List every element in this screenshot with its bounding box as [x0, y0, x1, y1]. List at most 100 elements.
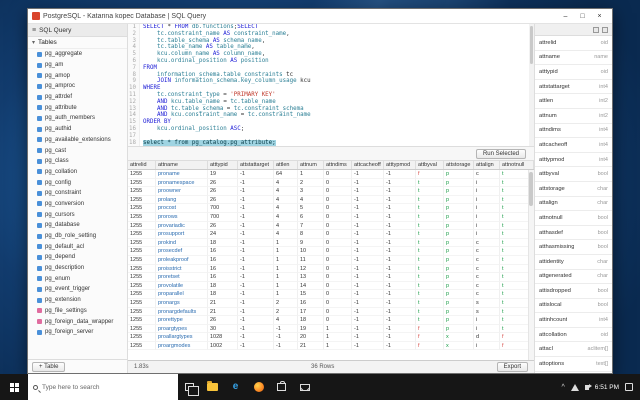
- table-row[interactable]: 1255 proowner 26 -1 4 3 0 -1 -1 t p i t: [128, 187, 534, 196]
- network-icon[interactable]: [570, 383, 579, 391]
- sidebar-item-pg_file_settings[interactable]: pg_file_settings: [28, 306, 127, 317]
- sidebar-item-pg_config[interactable]: pg_config: [28, 177, 127, 188]
- sql-editor[interactable]: 1 SELECT * FROM db.functions;SELECT 2 tc.c…: [128, 24, 534, 147]
- sidebar-item-pg_conversion[interactable]: pg_conversion: [28, 199, 127, 210]
- field-item-attacl[interactable]: attacl aclitem[]: [535, 342, 612, 358]
- close-button[interactable]: ×: [591, 9, 608, 23]
- edge-button[interactable]: e: [224, 374, 247, 400]
- sidebar-item-pg_cursors[interactable]: pg_cursors: [28, 209, 127, 220]
- sidebar-item-pg_description[interactable]: pg_description: [28, 263, 127, 274]
- table-row[interactable]: 1255 prorows 700 -1 4 6 0 -1 -1 t p i t: [128, 212, 534, 222]
- table-row[interactable]: 1255 provolatile 18 -1 1 14 0 -1 -1 t p c t: [128, 281, 534, 291]
- column-header-attstattarget[interactable]: attstattarget: [238, 161, 274, 169]
- sidebar-item-pg_am[interactable]: pg_am: [28, 60, 127, 71]
- column-header-attnum[interactable]: attnum: [298, 161, 324, 169]
- sidebar-item-pg_enum[interactable]: pg_enum: [28, 273, 127, 284]
- column-header-attname[interactable]: attname: [156, 161, 208, 169]
- sidebar-item-pg_amop[interactable]: pg_amop: [28, 70, 127, 81]
- field-item-attstorage[interactable]: attstorage char: [535, 182, 612, 197]
- sidebar-header-sql-query[interactable]: ≡ SQL Query: [28, 24, 127, 37]
- table-row[interactable]: 1255 proargmodes 1002 -1 -1 21 1 -1 -1 f x i f: [128, 341, 534, 351]
- titlebar[interactable]: PostgreSQL - Katarina kopec Database | S…: [28, 9, 612, 24]
- sidebar-item-pg_cast[interactable]: pg_cast: [28, 145, 127, 156]
- editor-scrollbar[interactable]: [529, 24, 534, 146]
- taskbar-search[interactable]: Type here to search: [28, 374, 178, 400]
- sidebar-item-pg_class[interactable]: pg_class: [28, 156, 127, 167]
- table-row[interactable]: 1255 proargtypes 30 -1 -1 19 1 -1 -1 f p i t: [128, 324, 534, 334]
- table-row[interactable]: 1255 proallargtypes 1028 -1 -1 20 1 -1 -1 f x d f: [128, 333, 534, 342]
- sidebar-item-pg_aggregate[interactable]: pg_aggregate: [28, 49, 127, 60]
- run-selected-button[interactable]: Run Selected: [475, 148, 526, 159]
- field-item-attlen[interactable]: attlen int2: [535, 94, 612, 109]
- field-item-atttypid[interactable]: atttypid oid: [535, 65, 612, 80]
- field-item-atthasmissing[interactable]: atthasmissing bool: [535, 240, 612, 255]
- field-item-attname[interactable]: attname name: [535, 51, 612, 66]
- sidebar-item-pg_foreign_data_wrapper[interactable]: pg_foreign_data_wrapper: [28, 316, 127, 327]
- column-header-attcacheoff[interactable]: attcacheoff: [352, 161, 384, 169]
- refresh-icon[interactable]: [593, 26, 599, 33]
- sidebar-item-pg_attribute[interactable]: pg_attribute: [28, 102, 127, 113]
- sidebar-item-pg_auth_members[interactable]: pg_auth_members: [28, 113, 127, 124]
- maximize-button[interactable]: □: [574, 9, 591, 23]
- column-header-attlen[interactable]: attlen: [274, 161, 298, 169]
- field-item-attidentity[interactable]: attidentity char: [535, 255, 612, 270]
- table-row[interactable]: 1255 prosecdef 16 -1 1 10 0 -1 -1 t p c t: [128, 247, 534, 256]
- column-header-atttypmod[interactable]: atttypmod: [384, 161, 416, 169]
- field-item-attnum[interactable]: attnum int2: [535, 109, 612, 124]
- sidebar-item-pg_collation[interactable]: pg_collation: [28, 167, 127, 178]
- sidebar-item-pg_authid[interactable]: pg_authid: [28, 124, 127, 135]
- sidebar-item-pg_available_extensions[interactable]: pg_available_extensions: [28, 135, 127, 146]
- column-header-attnotnull[interactable]: attnotnull: [500, 161, 534, 169]
- sidebar-item-pg_event_trigger[interactable]: pg_event_trigger: [28, 284, 127, 295]
- clock[interactable]: 6:51 PM: [595, 384, 619, 391]
- field-item-atttypmod[interactable]: atttypmod int4: [535, 153, 612, 168]
- field-item-attstattarget[interactable]: attstattarget int4: [535, 80, 612, 95]
- sidebar-item-pg_attrdef[interactable]: pg_attrdef: [28, 92, 127, 103]
- sidebar-item-pg_db_role_setting[interactable]: pg_db_role_setting: [28, 231, 127, 242]
- column-header-atttypid[interactable]: atttypid: [208, 161, 238, 169]
- field-item-attbyval[interactable]: attbyval bool: [535, 167, 612, 182]
- tray-expand-icon[interactable]: ^: [561, 384, 564, 391]
- add-table-button[interactable]: + Table: [32, 361, 66, 372]
- export-button[interactable]: Export: [496, 362, 528, 372]
- table-row[interactable]: 1255 procost 700 -1 4 5 0 -1 -1 t p i t: [128, 204, 534, 213]
- field-item-attalign[interactable]: attalign char: [535, 197, 612, 212]
- sidebar-item-pg_amproc[interactable]: pg_amproc: [28, 81, 127, 92]
- column-header-attrelid[interactable]: attrelid: [128, 161, 156, 169]
- table-row[interactable]: 1255 pronamespace 26 -1 4 2 0 -1 -1 t p i t: [128, 178, 534, 188]
- field-item-attrelid[interactable]: attrelid oid: [535, 36, 612, 51]
- collapse-panel-icon[interactable]: [602, 26, 608, 33]
- grid-scrollbar[interactable]: [528, 170, 534, 360]
- field-item-attgenerated[interactable]: attgenerated char: [535, 270, 612, 285]
- firefox-button[interactable]: [247, 374, 270, 400]
- notification-center-icon[interactable]: [625, 383, 633, 391]
- table-row[interactable]: 1255 prokind 18 -1 1 9 0 -1 -1 t p c t: [128, 238, 534, 248]
- table-row[interactable]: 1255 proleakproof 16 -1 1 11 0 -1 -1 t p c t: [128, 255, 534, 265]
- file-explorer-button[interactable]: [201, 374, 224, 400]
- table-row[interactable]: 1255 proparallel 18 -1 1 15 0 -1 -1 t p c t: [128, 290, 534, 299]
- menu-icon[interactable]: ≡: [32, 27, 36, 34]
- table-row[interactable]: 1255 prorettype 26 -1 4 18 0 -1 -1 t p i t: [128, 316, 534, 325]
- column-header-attalign[interactable]: attalign: [474, 161, 500, 169]
- field-item-attndims[interactable]: attndims int4: [535, 124, 612, 139]
- volume-icon[interactable]: [584, 383, 592, 390]
- mail-button[interactable]: [293, 374, 316, 400]
- sidebar-item-pg_extension[interactable]: pg_extension: [28, 295, 127, 306]
- table-row[interactable]: 1255 prosupport 24 -1 4 8 0 -1 -1 t p i t: [128, 230, 534, 239]
- field-item-attoptions[interactable]: attoptions text[]: [535, 357, 612, 372]
- sidebar-item-pg_depend[interactable]: pg_depend: [28, 252, 127, 263]
- field-item-attinhcount[interactable]: attinhcount int4: [535, 313, 612, 328]
- field-item-attcollation[interactable]: attcollation oid: [535, 328, 612, 343]
- column-header-attbyval[interactable]: attbyval: [416, 161, 444, 169]
- start-button[interactable]: [0, 374, 28, 400]
- table-row[interactable]: 1255 proisstrict 16 -1 1 12 0 -1 -1 t p c t: [128, 264, 534, 274]
- sidebar-item-pg_database[interactable]: pg_database: [28, 220, 127, 231]
- table-row[interactable]: 1255 proretset 16 -1 1 13 0 -1 -1 t p c t: [128, 273, 534, 282]
- field-item-attislocal[interactable]: attislocal bool: [535, 299, 612, 314]
- field-item-attnotnull[interactable]: attnotnull bool: [535, 211, 612, 226]
- column-header-attstorage[interactable]: attstorage: [444, 161, 474, 169]
- table-row[interactable]: 1255 proname 19 -1 64 1 0 -1 -1 f p c t: [128, 170, 534, 179]
- table-row[interactable]: 1255 provariadic 26 -1 4 7 0 -1 -1 t p i t: [128, 221, 534, 231]
- tables-section-toggle[interactable]: ▾ Tables: [28, 37, 127, 49]
- minimize-button[interactable]: –: [557, 9, 574, 23]
